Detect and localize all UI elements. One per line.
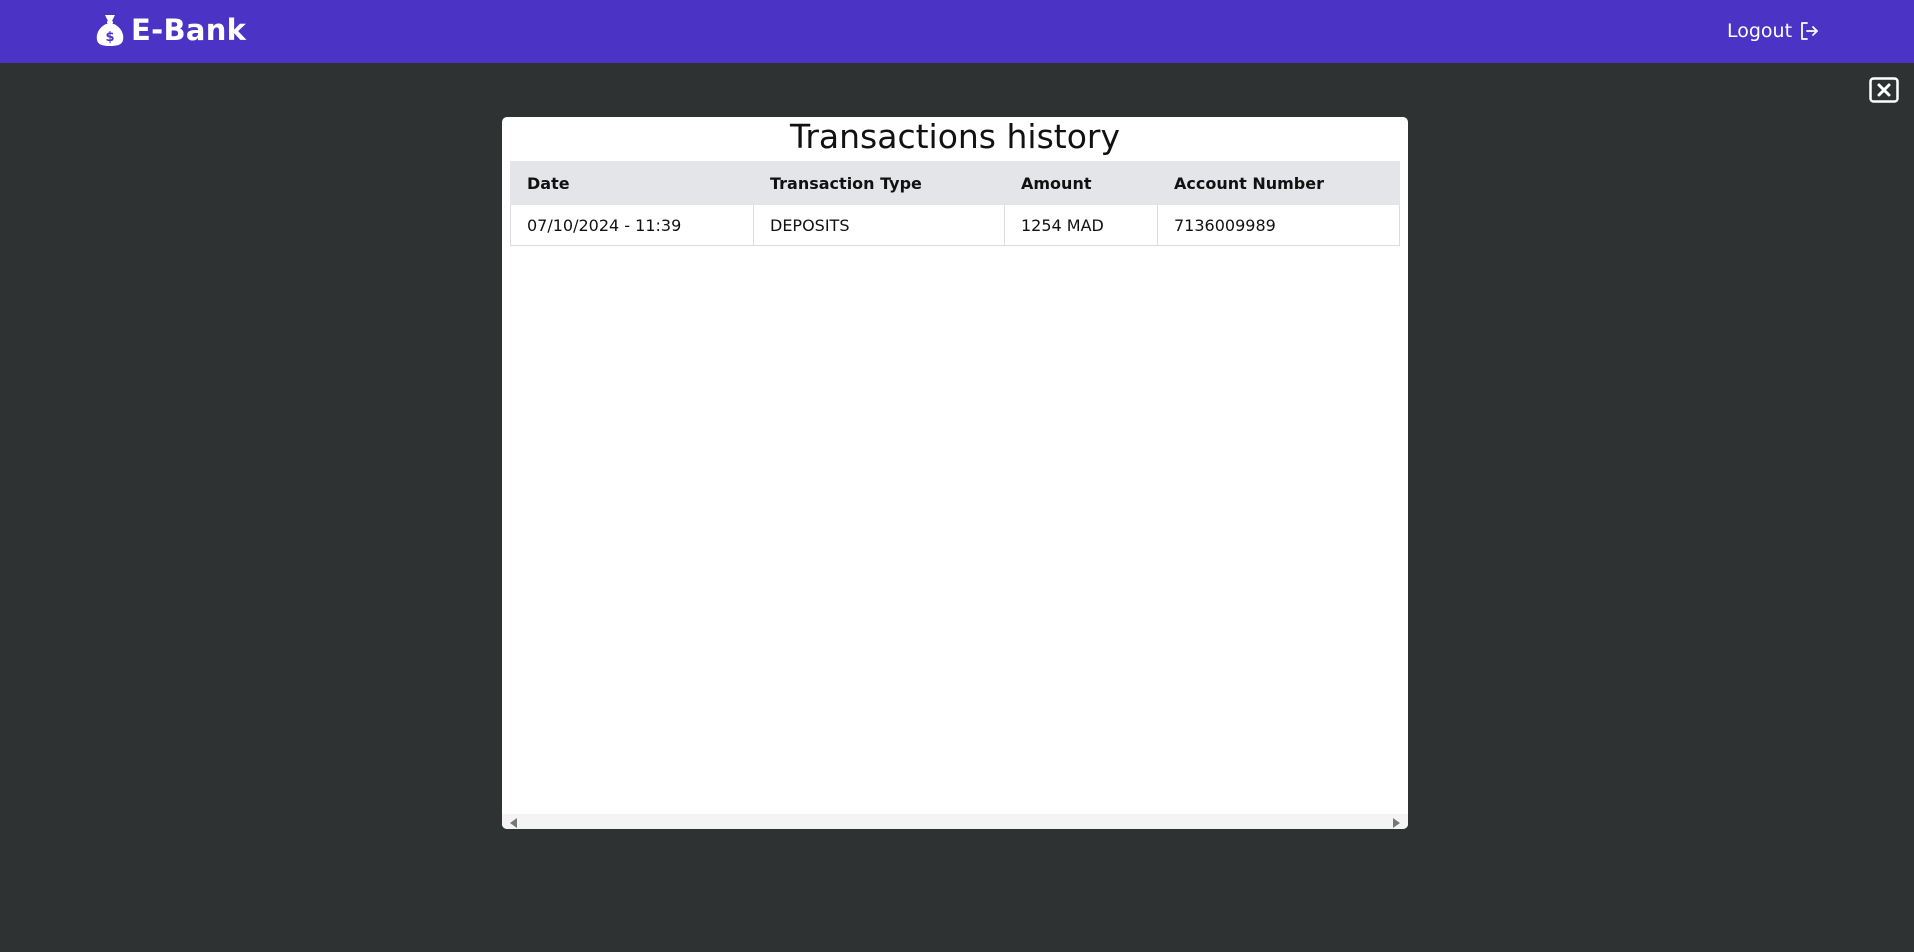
logout-icon <box>1792 20 1820 42</box>
column-header-date: Date <box>510 161 754 205</box>
column-header-transaction-type: Transaction Type <box>753 161 1005 205</box>
horizontal-scrollbar[interactable] <box>502 814 1408 829</box>
transactions-table-container: Date Transaction Type Amount Account Num… <box>510 161 1400 246</box>
logout-button[interactable]: Logout <box>1727 18 1820 44</box>
brand-name: E-Bank <box>131 13 247 47</box>
scroll-right-arrow-icon[interactable] <box>1393 818 1400 828</box>
svg-text:$: $ <box>105 30 114 45</box>
transactions-table: Date Transaction Type Amount Account Num… <box>510 161 1400 246</box>
column-header-account-number: Account Number <box>1157 161 1400 205</box>
table-row: 07/10/2024 - 11:39 DEPOSITS 1254 MAD 713… <box>510 204 1400 246</box>
modal-title: Transactions history <box>790 117 1120 156</box>
table-header-row: Date Transaction Type Amount Account Num… <box>510 161 1400 205</box>
close-modal-button[interactable] <box>1869 77 1899 103</box>
close-icon <box>1869 77 1899 103</box>
logout-label: Logout <box>1727 20 1793 42</box>
cell-transaction-type: DEPOSITS <box>753 204 1005 246</box>
cell-account-number: 7136009989 <box>1157 204 1400 246</box>
brand-logo[interactable]: $ E-Bank <box>95 13 246 47</box>
cell-amount: 1254 MAD <box>1004 204 1158 246</box>
transactions-modal: Transactions history Date Transaction Ty… <box>502 117 1408 829</box>
scroll-left-arrow-icon[interactable] <box>510 818 517 828</box>
top-navbar: $ E-Bank Logout <box>0 0 1914 63</box>
cell-date: 07/10/2024 - 11:39 <box>510 204 754 246</box>
column-header-amount: Amount <box>1004 161 1158 205</box>
money-bag-icon: $ <box>95 13 125 47</box>
